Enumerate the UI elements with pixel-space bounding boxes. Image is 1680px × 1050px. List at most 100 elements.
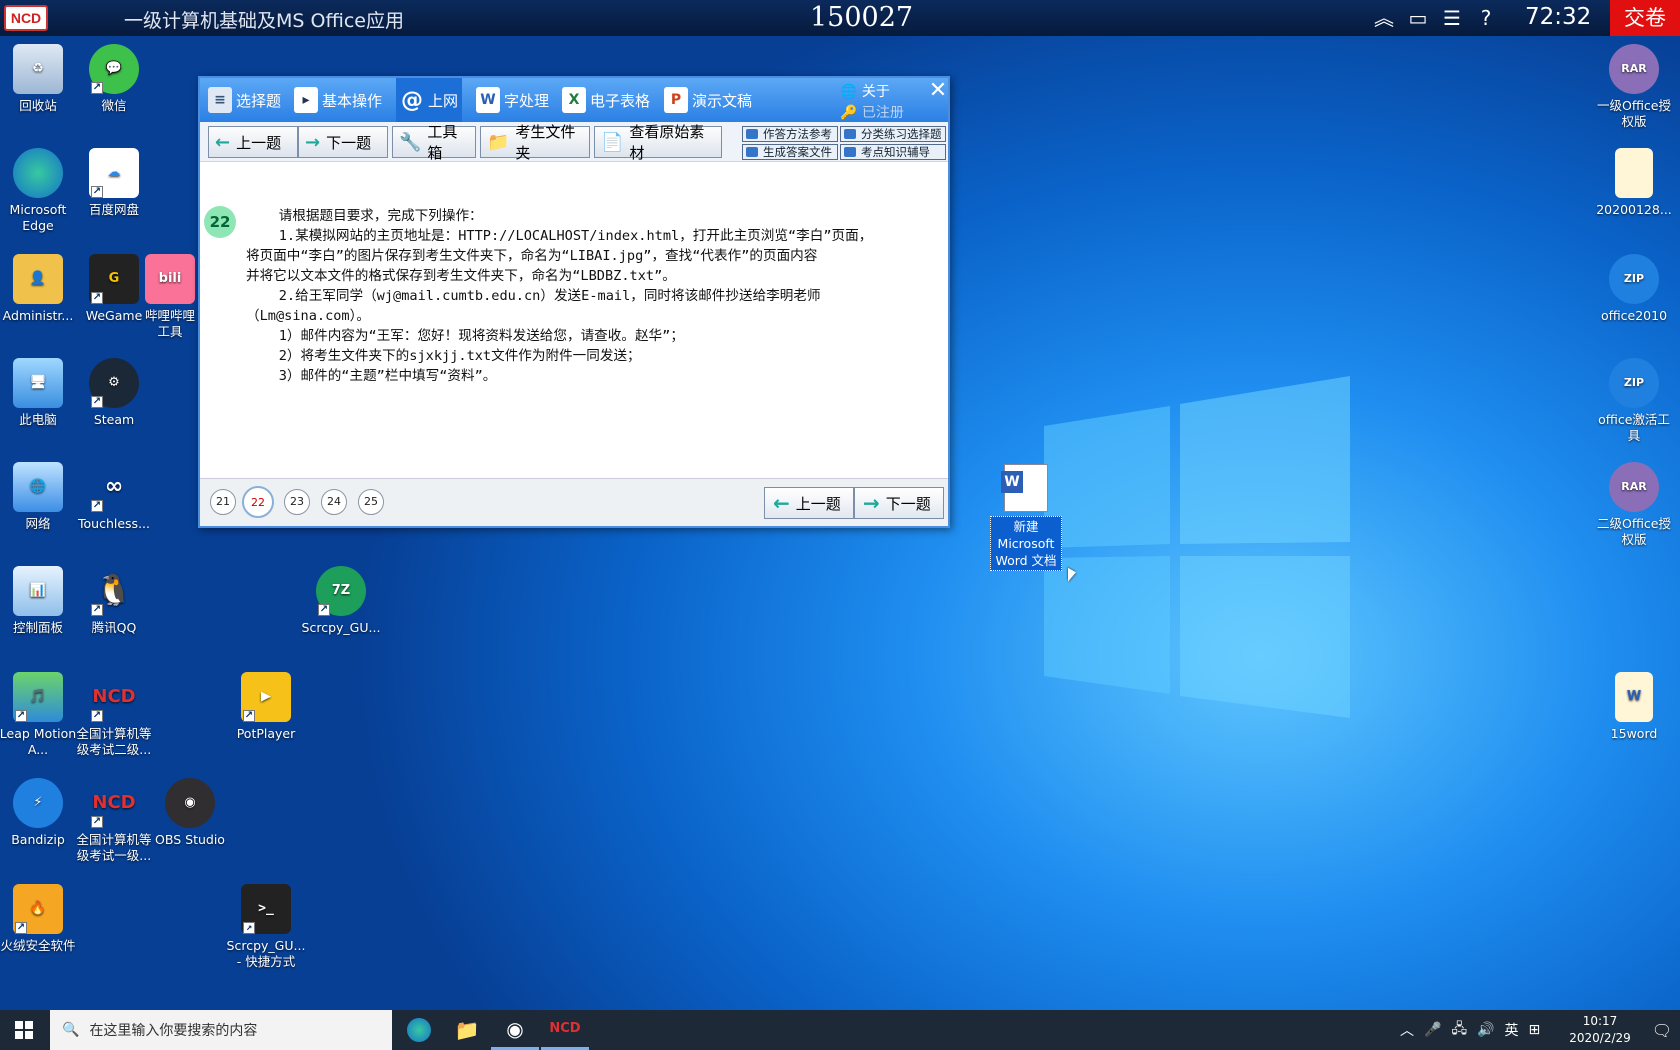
tab-ppt[interactable]: P 演示文稿 [660, 78, 756, 122]
desktop-icon-potplayer[interactable]: ▶ ↗ PotPlayer [225, 672, 307, 742]
desktop-icon-15word[interactable]: W 15word [1593, 672, 1675, 742]
desktop-icon-ncd-exam-1[interactable]: NCD ↗ 全国计算机等级考试一级... [73, 778, 155, 864]
desktop-icon-edge[interactable]: Microsoft Edge [0, 148, 79, 234]
about-link[interactable]: 🌐 关于 [840, 81, 890, 101]
network-icon: 🌐 [13, 462, 63, 512]
taskbar-search[interactable]: 🔍 在这里输入你要搜索的内容 [50, 1010, 392, 1050]
desktop-icon-20200128[interactable]: 20200128... [1593, 148, 1675, 218]
taskbar-clock[interactable]: 10:17 2020/2/29 [1556, 1013, 1644, 1047]
tab-basic-ops[interactable]: ▸ 基本操作 [290, 78, 386, 122]
desktop-icon-office1[interactable]: RAR 一级Office授权版 [1593, 44, 1675, 130]
prev-question-button[interactable]: ← 上一题 [208, 126, 298, 158]
bilibili-icon: bili [145, 254, 195, 304]
desktop-icon-office2010[interactable]: ZIP office2010 [1593, 254, 1675, 324]
desktop-icon-bilibili[interactable]: bili 哔哩哔哩工具 [140, 254, 200, 340]
list-icon[interactable]: ☰ [1440, 6, 1464, 30]
desktop-icon-touchless[interactable]: ∞ ↗ Touchless... [73, 462, 155, 532]
bottom-next-button[interactable]: → 下一题 [854, 487, 944, 519]
obs-icon: ◉ [165, 778, 215, 828]
tab-choice[interactable]: ≡ 选择题 [204, 78, 285, 122]
desktop-icon-administrator[interactable]: 👤 Administr... [0, 254, 79, 324]
qq-icon: 🐧 ↗ [91, 573, 133, 616]
notification-icon[interactable]: 🗨 [1644, 1010, 1680, 1050]
volume-icon[interactable]: 🔊 [1477, 1022, 1494, 1038]
wechat-icon: 💬 ↗ [89, 44, 139, 94]
ime-indicator[interactable]: 英 [1505, 1020, 1519, 1040]
collapse-icon[interactable]: ︽ [1372, 6, 1396, 30]
leap-motion-icon: 🎵 ↗ [13, 672, 63, 722]
page-button-23[interactable]: 23 [284, 489, 310, 515]
tab-internet[interactable]: @ 上网 [396, 78, 463, 122]
huorong-icon: 🔥 ↗ [13, 884, 63, 934]
globe-icon: 🌐 [840, 84, 858, 100]
taskbar-edge[interactable] [395, 1010, 443, 1050]
page-button-24[interactable]: 24 [321, 489, 347, 515]
taskbar-obs[interactable]: ◉ [491, 1010, 539, 1050]
desktop-icon-office-activate[interactable]: ZIP office激活工具 [1593, 358, 1675, 444]
desktop-icon-leap-motion[interactable]: 🎵 ↗ Leap Motion A... [0, 672, 79, 758]
taskbar-ncd-exam[interactable]: NCD [541, 1010, 589, 1050]
chevron-up-icon[interactable]: ︿ [1400, 1020, 1414, 1040]
ncd-exam-icon: NCD ↗ [91, 792, 136, 828]
desktop-icon-network[interactable]: 🌐 网络 [0, 462, 79, 532]
next-question-button[interactable]: → 下一题 [298, 126, 388, 158]
help-icon[interactable]: ? [1474, 6, 1498, 30]
desktop-icon-bandizip[interactable]: ⚡ Bandizip [0, 778, 79, 848]
page-button-25[interactable]: 25 [358, 489, 384, 515]
tab-word[interactable]: W 字处理 [472, 78, 553, 122]
desktop-icon-control-panel[interactable]: 📊 控制面板 [0, 566, 79, 636]
desktop-icon-scrcpy[interactable]: 7Z ↗ Scrcpy_GU... [300, 566, 382, 636]
window-icon[interactable]: ▭ [1406, 6, 1430, 30]
taskbar-file-explorer[interactable]: 📁 [443, 1010, 491, 1050]
keyboard-icon[interactable]: ⊞ [1529, 1022, 1541, 1038]
network-icon[interactable]: 🖧 [1451, 1018, 1467, 1042]
ncd-exam-icon: NCD ↗ [91, 686, 136, 722]
tab-excel[interactable]: X 电子表格 [558, 78, 654, 122]
desktop-icon-wechat[interactable]: 💬 ↗ 微信 [73, 44, 155, 114]
windows-logo-wallpaper [1044, 376, 1350, 718]
question-text: 请根据题目要求，完成下列操作： 1.某模拟网站的主页地址是：HTTP://LOC… [246, 208, 873, 384]
desktop-icon-this-pc[interactable]: 🖥 此电脑 [0, 358, 79, 428]
knowledge-tutor-button[interactable]: 考点知识辅导 [840, 144, 946, 160]
desktop-icon-office2[interactable]: RAR 二级Office授权版 [1593, 462, 1675, 548]
practice-choice-button[interactable]: 分类练习选择题 [840, 126, 946, 142]
toolbox-button[interactable]: 🔧 工具箱 [392, 123, 476, 162]
desktop-icon-ncd-exam-2[interactable]: NCD ↗ 全国计算机等级考试二级... [73, 672, 155, 758]
exam-folder-button[interactable]: 📁 考生文件夹 [480, 123, 590, 162]
close-icon[interactable]: ✕ [928, 80, 948, 102]
desktop-icon-recycle-bin[interactable]: ♻ 回收站 [0, 44, 79, 114]
start-button[interactable] [0, 1010, 48, 1050]
key-icon: 🔑 [840, 105, 858, 121]
ncd-logo: NCD [4, 5, 48, 31]
word-doc-icon: W [1001, 464, 1048, 512]
at-sign-icon: @ [401, 87, 423, 113]
generate-answer-button[interactable]: 生成答案文件 [742, 144, 838, 160]
desktop-icon-scrcpy-shortcut[interactable]: >_ ↗ Scrcpy_GU... - 快捷方式 [225, 884, 307, 970]
page-button-21[interactable]: 21 [210, 489, 236, 515]
desktop-icon-obs[interactable]: ◉ OBS Studio [149, 778, 231, 848]
touchless-icon: ∞ ↗ [91, 474, 124, 512]
system-tray: ︿ 🎤 🖧 🔊 英 ⊞ [1400, 1010, 1540, 1050]
method-reference-button[interactable]: 作答方法参考 [742, 126, 838, 142]
desktop-icon-new-word-doc[interactable]: W 新建 Microsoft Word 文档 [990, 464, 1062, 571]
terminal-icon: >_ ↗ [241, 884, 291, 934]
search-placeholder: 在这里输入你要搜索的内容 [89, 1023, 258, 1039]
desktop-icon-steam[interactable]: ⚙ ↗ Steam [73, 358, 155, 428]
bottom-prev-button[interactable]: ← 上一题 [764, 487, 854, 519]
desktop-icon-baidu-netdisk[interactable]: ☁ ↗ 百度网盘 [73, 148, 155, 218]
potplayer-icon: ▶ ↗ [241, 672, 291, 722]
word-icon: W [476, 87, 500, 113]
desktop-icon-qq[interactable]: 🐧 ↗ 腾讯QQ [73, 566, 155, 636]
page-button-22[interactable]: 22 [242, 486, 274, 518]
this-pc-icon: 🖥 [13, 358, 63, 408]
cursor-window-icon: ▸ [294, 87, 318, 113]
selected-file-label[interactable]: 新建 Microsoft Word 文档 [990, 516, 1062, 571]
rar-icon: RAR [1609, 44, 1659, 94]
desktop-icon-huorong[interactable]: 🔥 ↗ 火绒安全软件 [0, 884, 79, 954]
view-material-button[interactable]: 📄 查看原始素材 [594, 123, 722, 162]
microphone-icon[interactable]: 🎤 [1424, 1022, 1441, 1038]
search-icon: 🔍 [62, 1022, 80, 1038]
arrow-left-icon: ← [215, 131, 231, 153]
bandizip-icon: ⚡ [13, 778, 63, 828]
submit-exam-button[interactable]: 交卷 [1610, 0, 1680, 36]
